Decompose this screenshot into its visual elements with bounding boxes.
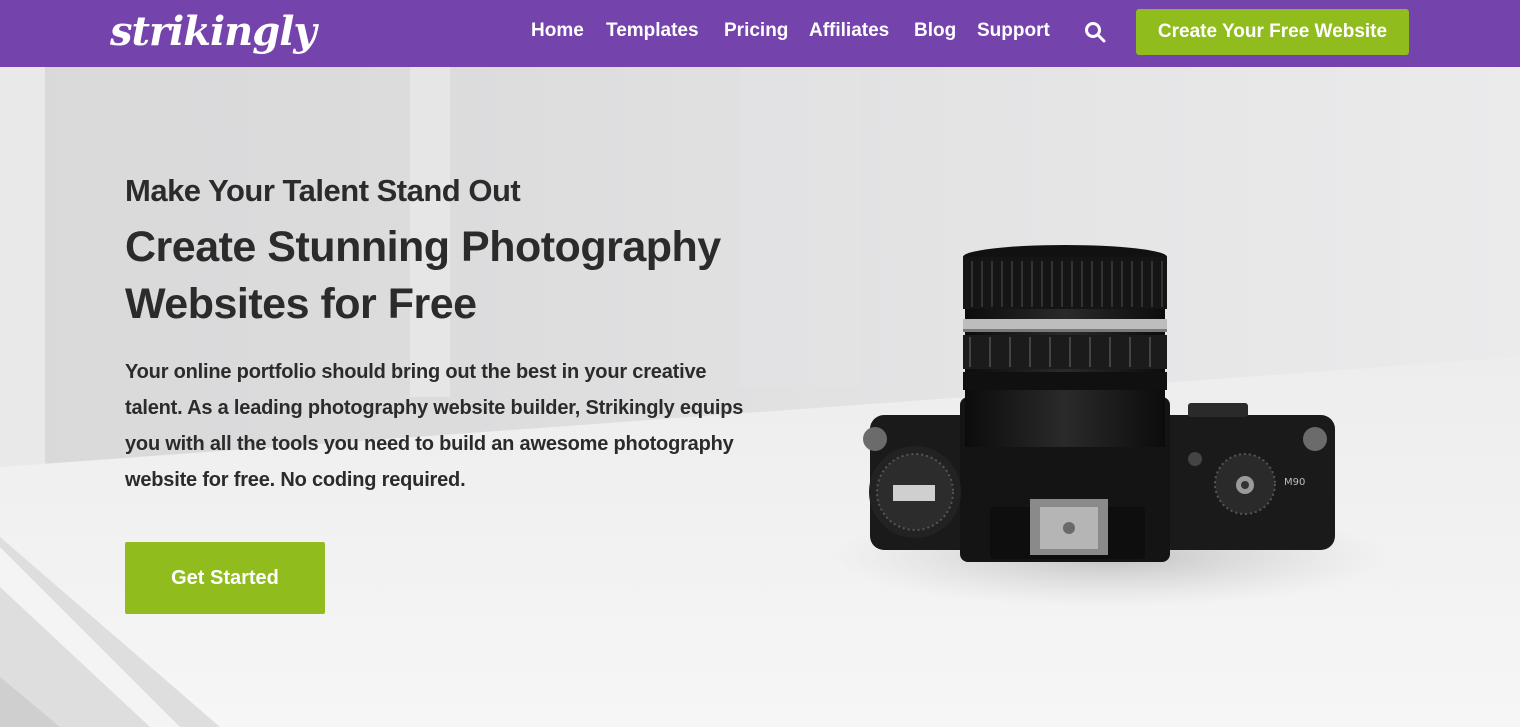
- search-icon[interactable]: [1083, 20, 1107, 44]
- nav-link-affiliates[interactable]: Affiliates: [809, 19, 889, 43]
- hero-description: Your online portfolio should bring out t…: [125, 361, 744, 491]
- get-started-button[interactable]: Get Started: [125, 542, 325, 614]
- top-navbar: strikingly Home Templates Pricing Affili…: [0, 0, 1520, 67]
- hero-title: Create Stunning Photography Websites for…: [125, 223, 721, 328]
- nav-link-templates[interactable]: Templates: [606, 19, 699, 43]
- nav-link-pricing[interactable]: Pricing: [724, 19, 788, 43]
- nav-link-support[interactable]: Support: [977, 19, 1050, 43]
- camera-model-label: M90: [1284, 477, 1305, 488]
- nav-link-blog[interactable]: Blog: [914, 19, 956, 43]
- create-free-website-button[interactable]: Create Your Free Website: [1136, 9, 1409, 55]
- hero-subtitle: Make Your Talent Stand Out: [125, 173, 521, 208]
- nav-link-home[interactable]: Home: [531, 19, 584, 43]
- hero-section: EM M90: [0, 67, 1520, 727]
